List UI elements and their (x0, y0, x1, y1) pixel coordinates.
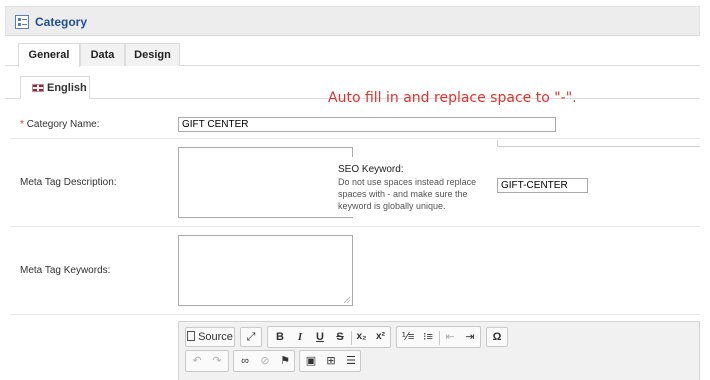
anchor-flag-icon[interactable]: ⚑ (275, 351, 295, 371)
rich-text-editor-toolbar: Source ⤢ B I U S x₂ x² ⅟≡ ⁝≡ ⇤ ⇥ Ω ↶ ↷ ∞… (178, 321, 700, 380)
tab-language-english[interactable]: English (20, 76, 90, 99)
basic-styles-group: B I U S x₂ x² (267, 326, 391, 348)
source-button[interactable]: Source (185, 327, 235, 347)
required-mark: * (20, 119, 24, 130)
underline-button[interactable]: U (310, 327, 330, 347)
row-divider (10, 138, 700, 139)
list-indent-group: ⅟≡ ⁝≡ ⇤ ⇥ (396, 326, 481, 348)
image-icon[interactable]: ▣ (301, 351, 321, 371)
undo-icon[interactable]: ↶ (187, 351, 207, 371)
category-name-input[interactable]: GIFT CENTER (178, 117, 556, 132)
maximize-icon: ⤢ (246, 331, 256, 343)
language-label: English (47, 82, 87, 94)
meta-keywords-textarea[interactable] (178, 235, 353, 306)
link-icon[interactable]: ∞ (235, 351, 255, 371)
indent-icon[interactable]: ⇥ (460, 327, 480, 347)
meta-keywords-label: Meta Tag Keywords: (20, 265, 111, 276)
bulleted-list-icon[interactable]: ⁝≡ (418, 327, 438, 347)
annotation-note: Auto fill in and replace space to "-". (328, 90, 577, 106)
seo-keyword-panel: SEO Keyword: Do not use spaces instead r… (328, 157, 700, 217)
special-character-button[interactable]: Ω (486, 327, 508, 347)
row-divider (10, 226, 700, 227)
links-group: ∞ ⊘ ⚑ (233, 350, 295, 372)
strikethrough-button[interactable]: S (330, 327, 350, 347)
resize-grip-icon[interactable] (344, 297, 350, 303)
category-name-label-text: Category Name: (26, 119, 100, 130)
row-divider (10, 314, 700, 315)
italic-button[interactable]: I (290, 327, 310, 347)
category-list-icon (15, 15, 29, 29)
source-icon (187, 331, 196, 341)
meta-description-textarea[interactable] (178, 147, 353, 218)
page-title: Category (35, 15, 88, 29)
source-button-label: Source (198, 331, 233, 343)
redo-icon[interactable]: ↷ (207, 351, 227, 371)
unlink-icon[interactable]: ⊘ (255, 351, 275, 371)
numbered-list-icon[interactable]: ⅟≡ (398, 327, 418, 347)
seo-keyword-input[interactable]: GIFT-CENTER (497, 178, 588, 193)
meta-description-label: Meta Tag Description: (20, 177, 117, 188)
seo-keyword-help: Do not use spaces instead replace spaces… (338, 177, 477, 211)
bold-button[interactable]: B (270, 327, 290, 347)
horizontal-line-icon[interactable]: ☰ (341, 351, 361, 371)
page-header: Category (5, 6, 700, 36)
seo-keyword-label: SEO Keyword: (338, 164, 404, 175)
popup-edge (497, 146, 700, 147)
category-name-label: * Category Name: (20, 119, 100, 130)
subscript-button[interactable]: x₂ (352, 327, 371, 347)
tab-data[interactable]: Data (80, 43, 125, 66)
insert-group: ▣ ⊞ ☰ (299, 350, 361, 372)
maximize-button[interactable]: ⤢ (240, 327, 262, 347)
uk-flag-icon (32, 84, 44, 92)
outdent-icon[interactable]: ⇤ (440, 327, 460, 347)
superscript-button[interactable]: x² (371, 327, 390, 347)
tab-general[interactable]: General (18, 43, 80, 67)
table-icon[interactable]: ⊞ (321, 351, 341, 371)
tab-design[interactable]: Design (125, 43, 180, 66)
history-group: ↶ ↷ (185, 350, 229, 372)
